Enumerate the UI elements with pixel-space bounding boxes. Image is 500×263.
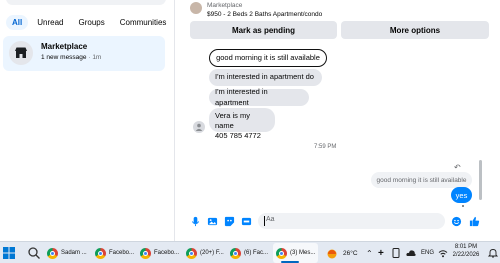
avatar — [9, 41, 33, 65]
chat-scrollbar[interactable] — [479, 160, 482, 200]
filter-communities[interactable]: Communities — [114, 15, 173, 30]
message-composer: Aa — [176, 208, 500, 236]
taskbar-item-label: Facebo... — [154, 250, 180, 256]
person-icon — [195, 123, 203, 131]
message-input[interactable]: Aa — [258, 213, 445, 229]
message-bubble[interactable]: good morning it is still available — [209, 49, 327, 67]
taskbar-item[interactable]: (20+) F... — [186, 243, 224, 263]
message-timestamp: 7:59 PM — [314, 144, 337, 150]
text-caret — [264, 216, 265, 226]
preview-text: 1 new message — [41, 54, 87, 61]
search-input[interactable] — [6, 0, 166, 5]
taskbar-item[interactable]: Sadam ... — [47, 243, 87, 263]
taskbar: Sadam ... Facebo... Facebo... (20+) F...… — [0, 241, 500, 263]
message-bubble[interactable]: I'm interested in apartment do — [209, 69, 322, 86]
language-indicator[interactable]: ENG — [421, 242, 434, 263]
taskbar-item-label: (6) Fac... — [244, 250, 269, 256]
plus-icon[interactable]: + — [378, 242, 384, 263]
onedrive-icon[interactable] — [406, 248, 416, 258]
search-icon[interactable] — [27, 246, 41, 260]
conversation-list-panel: All Unread Groups Communities Marketplac… — [0, 0, 175, 241]
more-options-button[interactable]: More options — [341, 21, 489, 39]
photo-icon[interactable] — [207, 216, 218, 227]
listing-thumbnail[interactable] — [190, 2, 202, 14]
mark-as-pending-button[interactable]: Mark as pending — [190, 21, 337, 39]
message-bubble[interactable]: I'm interested in apartment — [209, 87, 309, 107]
chat-panel: Marketplace $950 - 2 Beds 2 Baths Apartm… — [176, 0, 500, 241]
storefront-icon — [15, 47, 27, 58]
taskbar-item-active[interactable]: (3) Mes... — [273, 243, 319, 263]
filter-unread[interactable]: Unread — [31, 15, 69, 30]
filter-all[interactable]: All — [6, 15, 29, 30]
taskbar-item-label: (20+) F... — [200, 250, 224, 256]
filter-tabs: All Unread Groups Communities — [6, 15, 172, 30]
weather-icon[interactable] — [325, 247, 339, 259]
thumbs-up-icon[interactable] — [469, 216, 480, 227]
sender-avatar[interactable] — [193, 121, 205, 133]
gif-icon[interactable] — [241, 216, 252, 227]
chrome-icon — [140, 247, 151, 259]
conversation-item-marketplace[interactable]: Marketplace 1 new message · 1m — [3, 36, 165, 71]
weather-temperature: 26°C — [343, 249, 358, 257]
taskbar-item-label: Sadam ... — [61, 250, 87, 256]
listing-title[interactable]: $950 - 2 Beds 2 Baths Apartment/condo — [207, 11, 322, 18]
emoji-icon[interactable] — [451, 216, 462, 227]
conversation-preview: 1 new message · 1m — [41, 54, 101, 61]
system-clock[interactable]: 8:01 PM 2/22/2026 — [447, 243, 485, 259]
windows-start-icon[interactable] — [2, 246, 16, 260]
taskbar-item-label: (3) Mes... — [290, 250, 316, 256]
conversation-name: Marketplace — [41, 42, 88, 51]
chrome-icon — [230, 247, 241, 259]
taskbar-item-label: Facebo... — [109, 250, 135, 256]
chrome-icon — [276, 247, 287, 259]
sent-message-bubble[interactable]: yes — [451, 187, 472, 203]
taskbar-item[interactable]: Facebo... — [140, 243, 179, 263]
preview-time: · 1m — [88, 54, 102, 61]
reply-icon: ↶ — [454, 163, 461, 172]
message-input-placeholder: Aa — [266, 216, 275, 223]
listing-source: Marketplace — [207, 2, 243, 9]
clock-time: 8:01 PM — [454, 244, 478, 250]
filter-groups[interactable]: Groups — [72, 15, 110, 30]
message-bubble[interactable]: Vera is my name 405 785 4772 — [209, 108, 275, 140]
phone-link-icon[interactable] — [391, 248, 401, 258]
seen-indicator — [462, 205, 464, 207]
chrome-icon — [47, 247, 58, 259]
taskbar-item[interactable]: Facebo... — [95, 243, 134, 263]
taskbar-item[interactable]: (6) Fac... — [230, 243, 268, 263]
chrome-icon — [95, 247, 106, 259]
chevron-up-icon[interactable]: ⌃ — [366, 242, 373, 263]
chrome-icon — [186, 247, 197, 259]
microphone-icon[interactable] — [190, 216, 201, 227]
clock-date: 2/22/2026 — [452, 252, 480, 259]
notification-bell-icon[interactable] — [488, 248, 498, 258]
quoted-message[interactable]: good morning it is still available — [371, 172, 472, 188]
sticker-icon[interactable] — [224, 216, 235, 227]
